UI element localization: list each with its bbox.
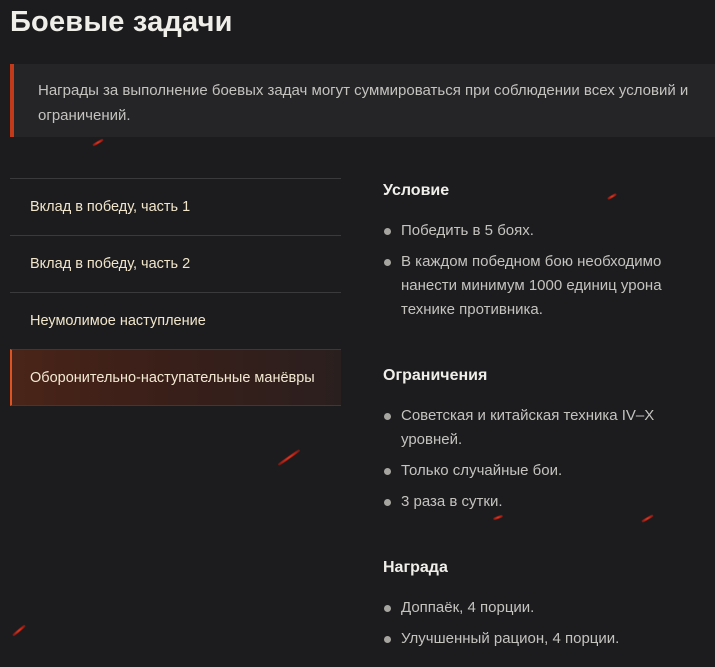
- condition-list: Победить в 5 боях. В каждом победном бою…: [383, 219, 703, 329]
- ember-decoration: [277, 448, 301, 467]
- restrictions-section: Ограничения Советская и китайская техник…: [383, 365, 703, 510]
- restrictions-heading: Ограничения: [383, 367, 488, 384]
- ember-decoration: [92, 138, 104, 147]
- list-item: Победить в 5 боях.: [383, 219, 703, 243]
- list-item: Улучшенный рацион, 4 порции.: [383, 627, 703, 651]
- condition-section: Условие Победить в 5 боях. В каждом побе…: [383, 180, 703, 318]
- list-item: Доппаёк, 4 порции.: [383, 596, 703, 620]
- tab-relentless-offensive[interactable]: Неумолимое наступление: [10, 292, 341, 349]
- notice-banner: Награды за выполнение боевых задач могут…: [10, 64, 715, 137]
- tab-defensive-offensive-maneuvers[interactable]: Оборонительно-наступательные манёвры: [10, 349, 341, 406]
- list-item: 3 раза в сутки.: [383, 490, 703, 514]
- tab-label: Оборонительно-наступательные манёвры: [30, 369, 315, 386]
- reward-section: Награда Доппаёк, 4 порции. Улучшенный ра…: [383, 557, 703, 647]
- tab-label: Неумолимое наступление: [30, 313, 206, 329]
- tab-label: Вклад в победу, часть 1: [30, 199, 191, 215]
- mission-tabs: Вклад в победу, часть 1 Вклад в победу, …: [10, 178, 341, 406]
- notice-text: Награды за выполнение боевых задач могут…: [38, 82, 689, 124]
- condition-heading: Условие: [383, 182, 450, 199]
- restrictions-list: Советская и китайская техника IV–X уровн…: [383, 404, 703, 521]
- tab-label: Вклад в победу, часть 2: [30, 256, 191, 272]
- reward-heading: Награда: [383, 559, 448, 576]
- list-item: Только случайные бои.: [383, 459, 703, 483]
- page: Боевые задачи Награды за выполнение боев…: [0, 0, 715, 667]
- page-title: Боевые задачи: [10, 6, 233, 38]
- list-item: В каждом победном бою необходимо нанести…: [383, 250, 703, 322]
- reward-list: Доппаёк, 4 порции. Улучшенный рацион, 4 …: [383, 596, 703, 658]
- ember-decoration: [11, 624, 27, 637]
- tab-contribution-part-1[interactable]: Вклад в победу, часть 1: [10, 178, 341, 235]
- tab-contribution-part-2[interactable]: Вклад в победу, часть 2: [10, 235, 341, 292]
- list-item: Советская и китайская техника IV–X уровн…: [383, 404, 703, 452]
